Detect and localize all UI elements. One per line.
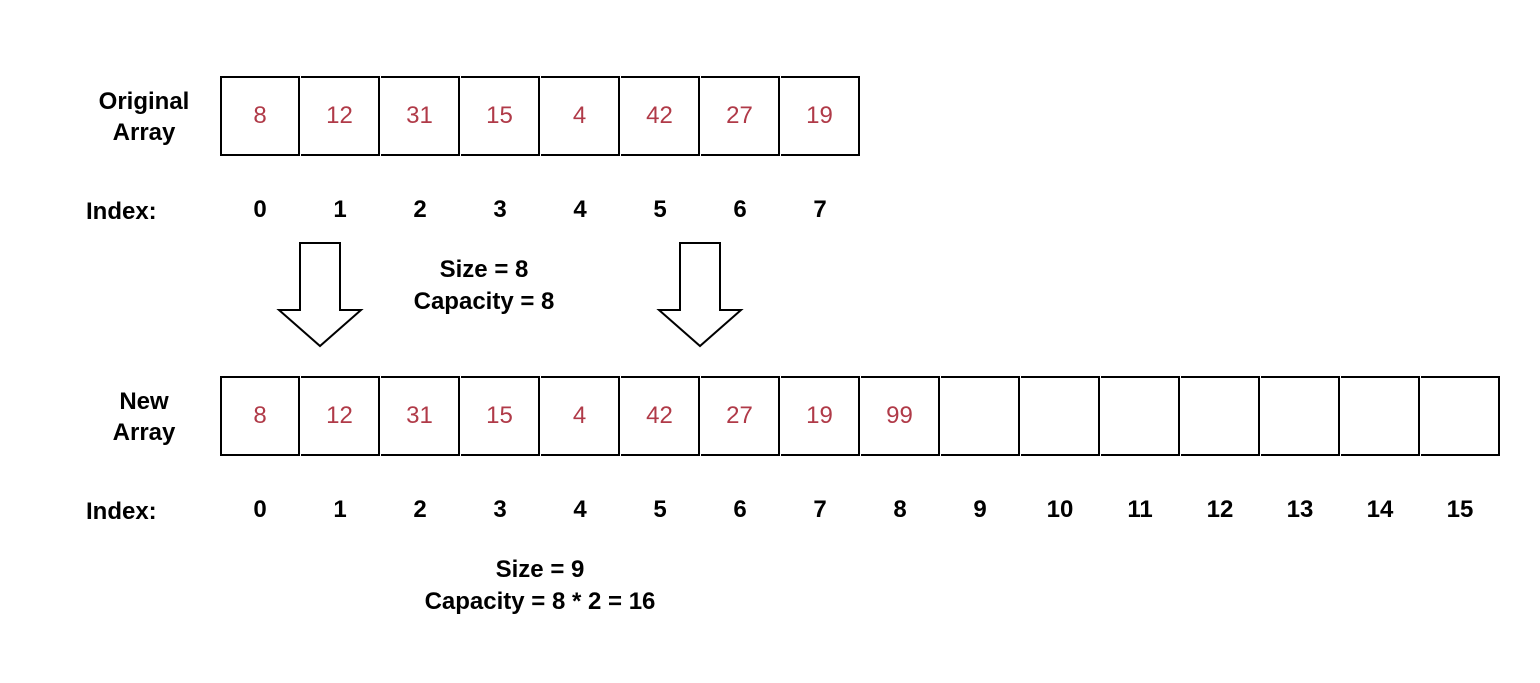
index-number: 5	[653, 196, 667, 223]
down-arrow-icon	[276, 242, 364, 348]
index-number: 7	[813, 496, 827, 523]
array-cell	[1341, 376, 1420, 456]
index-number: 0	[253, 496, 267, 523]
index-number: 9	[973, 496, 987, 523]
array-cell: 31	[381, 376, 460, 456]
index-number: 3	[493, 496, 507, 523]
array-cell	[1421, 376, 1500, 456]
index-number: 1	[333, 496, 347, 523]
index-number: 6	[733, 496, 747, 523]
original-size-capacity: Size = 8 Capacity = 8	[384, 254, 584, 318]
array-cell: 12	[301, 76, 380, 156]
original-array-label-line1: Original	[98, 88, 190, 115]
array-cell: 8	[220, 76, 300, 156]
index-number: 14	[1366, 496, 1394, 523]
original-size-text: Size = 8	[439, 256, 529, 283]
array-cell: 42	[621, 376, 700, 456]
array-cell: 15	[461, 76, 540, 156]
index-number: 11	[1127, 496, 1153, 523]
array-cell	[1261, 376, 1340, 456]
original-array-label-line2: Array	[112, 119, 176, 146]
array-cell: 4	[541, 76, 620, 156]
array-cell: 19	[781, 376, 860, 456]
index-number: 4	[573, 196, 587, 223]
new-capacity-text: Capacity = 8 * 2 = 16	[424, 588, 656, 615]
new-array-label-line1: New	[119, 388, 169, 415]
array-cell: 27	[701, 76, 780, 156]
array-cell: 15	[461, 376, 540, 456]
array-cell	[941, 376, 1020, 456]
array-cell: 4	[541, 376, 620, 456]
new-array-label-line2: Array	[112, 419, 176, 446]
new-size-text: Size = 9	[495, 556, 585, 583]
index-number: 10	[1046, 496, 1074, 523]
index-number: 13	[1286, 496, 1314, 523]
index-number: 4	[573, 496, 587, 523]
new-array-label: New Array	[84, 386, 204, 448]
down-arrow-icon	[656, 242, 744, 348]
array-cell: 19	[781, 76, 860, 156]
array-cell: 8	[220, 376, 300, 456]
index-number: 15	[1446, 496, 1474, 523]
index-number: 3	[493, 196, 507, 223]
array-cell	[1101, 376, 1180, 456]
array-cell: 31	[381, 76, 460, 156]
index-number: 2	[413, 196, 427, 223]
original-index-label: Index:	[86, 198, 157, 225]
array-cell: 42	[621, 76, 700, 156]
original-capacity-text: Capacity = 8	[413, 288, 555, 315]
index-number: 12	[1206, 496, 1234, 523]
index-number: 1	[333, 196, 347, 223]
array-cell: 99	[861, 376, 940, 456]
array-cell: 27	[701, 376, 780, 456]
index-number: 6	[733, 196, 747, 223]
new-index-label: Index:	[86, 498, 157, 525]
array-cell	[1181, 376, 1260, 456]
index-number: 2	[413, 496, 427, 523]
original-array-label: Original Array	[84, 86, 204, 148]
array-cell: 12	[301, 376, 380, 456]
index-number: 7	[813, 196, 827, 223]
index-number: 8	[893, 496, 907, 523]
index-number: 5	[653, 496, 667, 523]
array-cell	[1021, 376, 1100, 456]
new-size-capacity: Size = 9 Capacity = 8 * 2 = 16	[390, 554, 690, 618]
index-number: 0	[253, 196, 267, 223]
